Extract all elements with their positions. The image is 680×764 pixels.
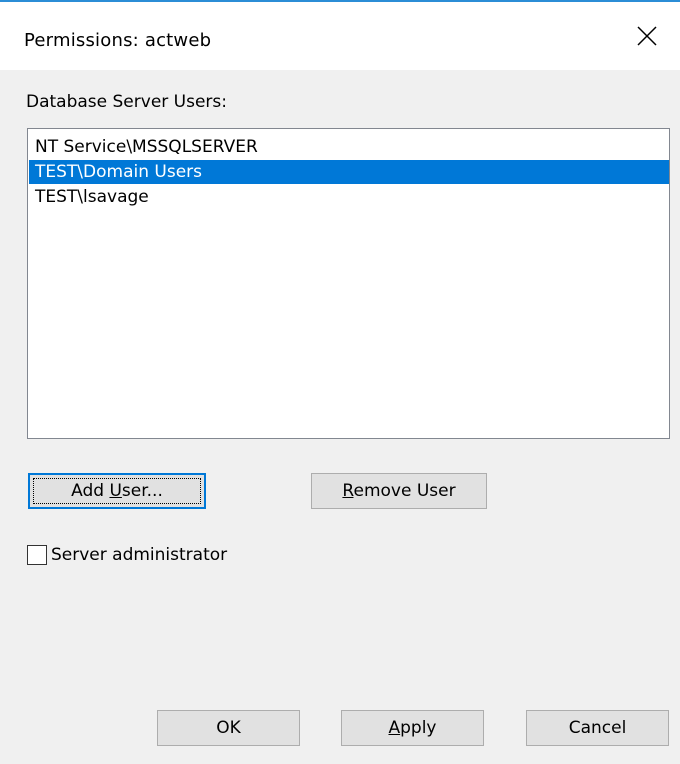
title-bar[interactable]: Permissions: actweb: [0, 2, 680, 70]
remove-user-button[interactable]: Remove User: [311, 473, 487, 509]
list-item[interactable]: TEST\lsavage: [29, 185, 669, 209]
server-administrator-label: Server administrator: [51, 545, 228, 565]
ok-button[interactable]: OK: [157, 710, 300, 746]
server-administrator-option[interactable]: Server administrator: [27, 542, 227, 568]
list-item-label: TEST\Domain Users: [35, 162, 203, 182]
ok-button-label: OK: [216, 718, 241, 738]
close-icon: [637, 26, 657, 46]
server-administrator-checkbox[interactable]: [27, 545, 47, 565]
cancel-button-label: Cancel: [568, 718, 627, 738]
add-user-button[interactable]: Add User...: [28, 473, 206, 509]
remove-user-button-label: Remove User: [342, 481, 456, 501]
apply-button[interactable]: Apply: [341, 710, 484, 746]
list-item[interactable]: NT Service\MSSQLSERVER: [29, 135, 669, 159]
apply-button-label: Apply: [388, 718, 437, 738]
users-list-label: Database Server Users:: [26, 92, 228, 112]
permissions-dialog: Permissions: actweb Database Server User…: [0, 0, 680, 764]
list-item-label: NT Service\MSSQLSERVER: [35, 137, 258, 157]
dialog-title: Permissions: actweb: [24, 30, 212, 51]
users-listbox[interactable]: NT Service\MSSQLSERVER TEST\Domain Users…: [27, 128, 670, 439]
cancel-button[interactable]: Cancel: [526, 710, 669, 746]
close-button[interactable]: [614, 2, 680, 70]
list-item-selected[interactable]: TEST\Domain Users: [29, 160, 669, 184]
add-user-button-label: Add User...: [71, 481, 163, 501]
list-item-label: TEST\lsavage: [35, 187, 149, 207]
